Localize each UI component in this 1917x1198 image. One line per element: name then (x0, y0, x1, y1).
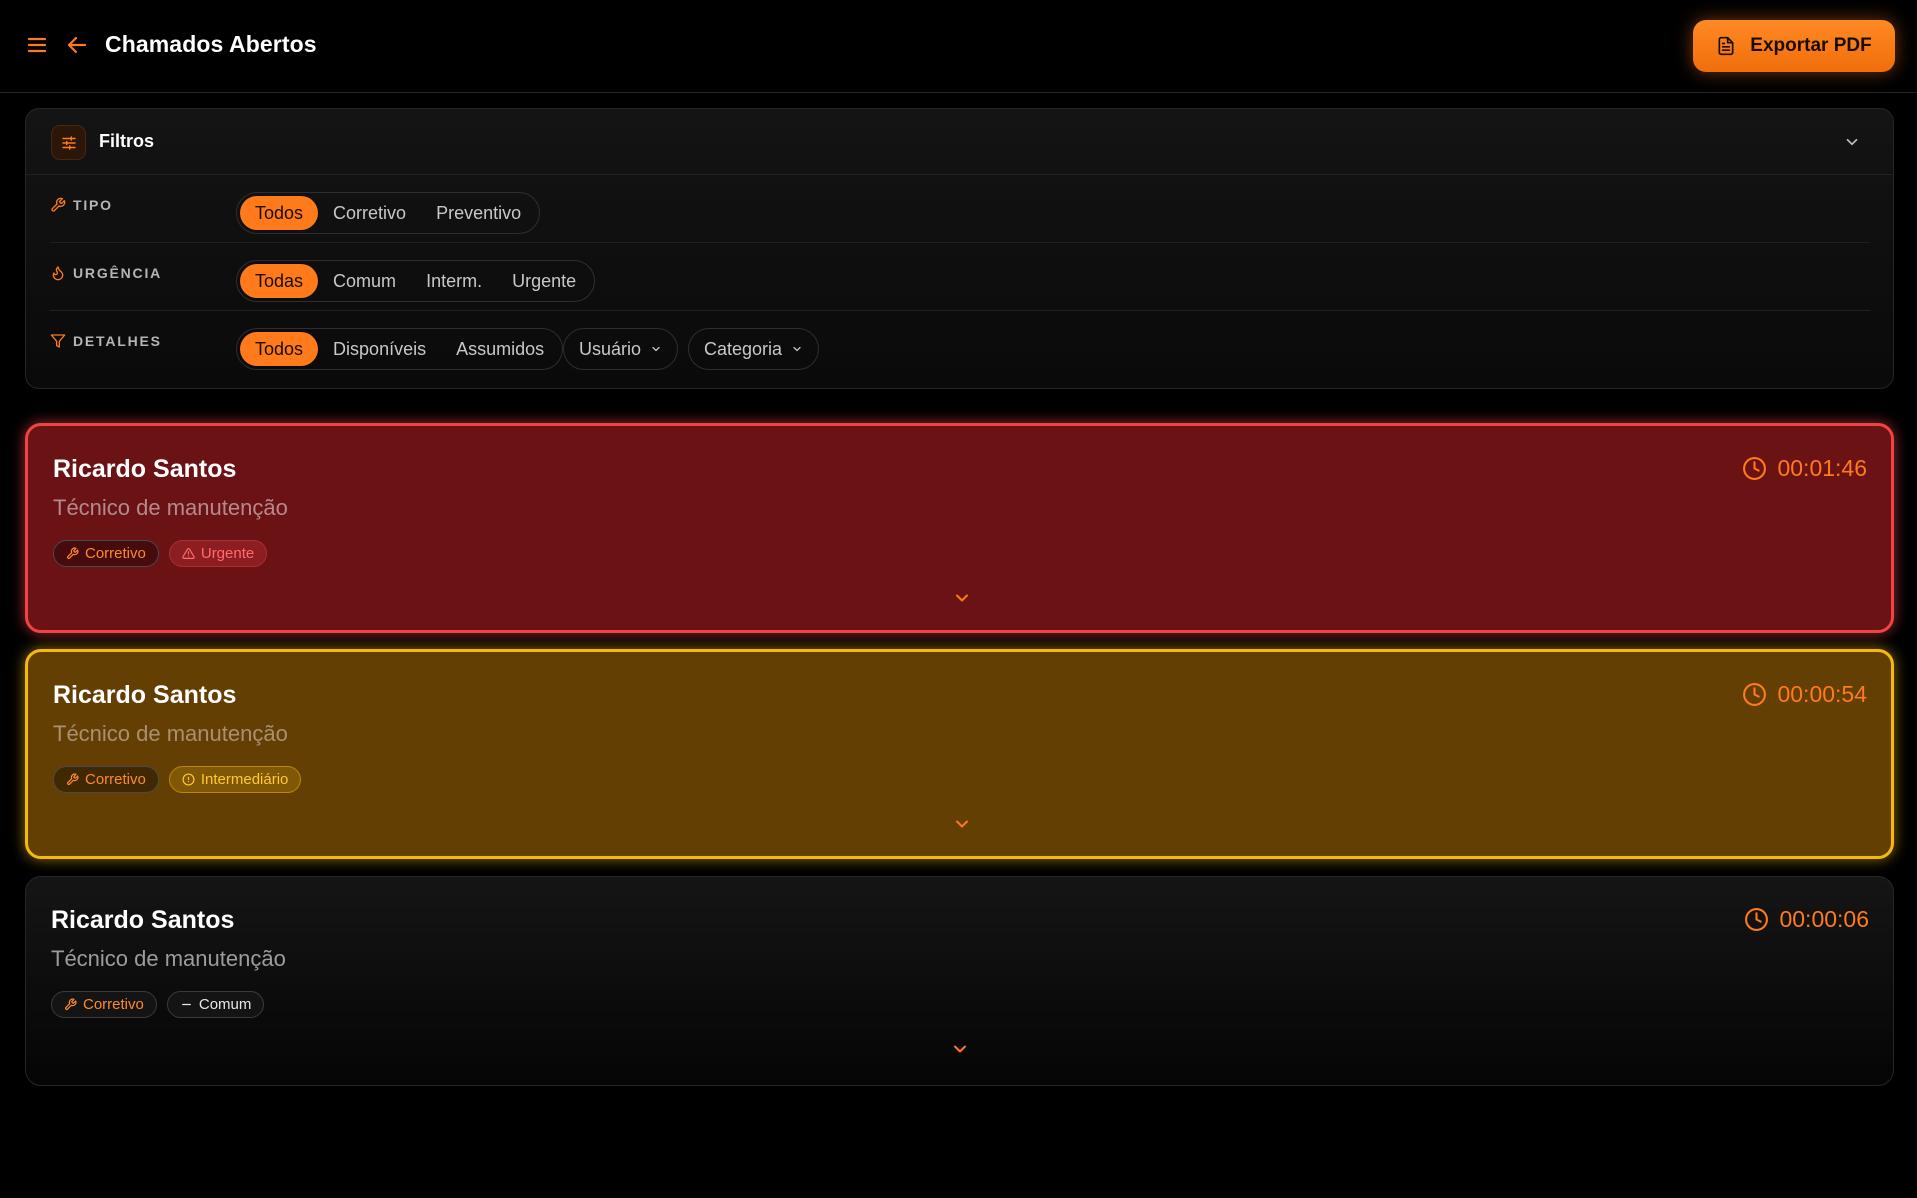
ticket-timer: 00:00:54 (1742, 681, 1867, 708)
alert-triangle-icon (182, 547, 195, 560)
detalhes-option-assumidos[interactable]: Assumidos (441, 332, 559, 366)
clock-icon (1742, 682, 1767, 707)
ticket-requester-name: Ricardo Santos (53, 681, 237, 709)
tipo-option-todos[interactable]: Todos (240, 196, 319, 230)
ticket-card[interactable]: Ricardo Santos Técnico de manutenção 00:… (25, 423, 1894, 633)
detalhes-segmented-control: Todos Disponíveis Assumidos (236, 328, 564, 370)
urgencia-option-interm[interactable]: Interm. (411, 264, 497, 298)
ticket-requester-name: Ricardo Santos (51, 906, 235, 934)
export-pdf-label: Exportar PDF (1750, 35, 1872, 56)
tipo-segmented-control: Todos Corretivo Preventivo (236, 192, 541, 234)
chevron-down-icon[interactable] (1843, 133, 1861, 151)
ticket-badges: Corretivo Urgente (53, 540, 268, 567)
file-text-icon (1716, 36, 1736, 56)
ticket-requester-role: Técnico de manutenção (51, 946, 286, 971)
ticket-requester-role: Técnico de manutenção (53, 495, 288, 520)
filter-icon (50, 333, 66, 349)
filters-header[interactable]: Filtros (26, 109, 1893, 175)
tipo-option-preventivo[interactable]: Preventivo (421, 196, 536, 230)
chevron-down-icon (791, 343, 803, 355)
menu-icon[interactable] (25, 33, 49, 57)
urgencia-option-urgente[interactable]: Urgente (497, 264, 591, 298)
wrench-icon (64, 998, 77, 1011)
ticket-timer: 00:01:46 (1742, 455, 1867, 482)
type-badge: Corretivo (51, 991, 157, 1018)
expand-chevron-icon[interactable] (950, 1039, 970, 1059)
ticket-card[interactable]: Ricardo Santos Técnico de manutenção 00:… (25, 876, 1894, 1086)
top-header: Chamados Abertos Exportar PDF (0, 0, 1917, 93)
page-title: Chamados Abertos (105, 31, 317, 57)
type-badge: Corretivo (53, 540, 159, 567)
ticket-card[interactable]: Ricardo Santos Técnico de manutenção 00:… (25, 649, 1894, 859)
chevron-down-icon (650, 343, 662, 355)
urgency-badge: Intermediário (168, 766, 302, 793)
clock-icon (1744, 907, 1769, 932)
type-badge: Corretivo (53, 766, 159, 793)
arrow-left-icon[interactable] (65, 33, 89, 57)
detalhes-option-todos[interactable]: Todos (240, 332, 319, 366)
ticket-requester-role: Técnico de manutenção (53, 721, 288, 746)
filter-row-urgencia: URGÊNCIA Todas Comum Interm. Urgente (50, 243, 1870, 311)
ticket-timer: 00:00:06 (1744, 906, 1869, 933)
export-pdf-button[interactable]: Exportar PDF (1693, 20, 1895, 72)
urgencia-segmented-control: Todas Comum Interm. Urgente (236, 260, 596, 302)
filters-panel: Filtros TIPO Todos Corretivo Preventivo … (25, 108, 1894, 389)
urgencia-option-comum[interactable]: Comum (318, 264, 411, 298)
alert-circle-icon (182, 773, 195, 786)
filter-label-urgencia: URGÊNCIA (50, 265, 162, 281)
usuario-dropdown[interactable]: Usuário (563, 328, 679, 370)
urgencia-option-todas[interactable]: Todas (240, 264, 319, 298)
expand-chevron-icon[interactable] (952, 588, 972, 608)
expand-chevron-icon[interactable] (952, 814, 972, 834)
sliders-icon (51, 125, 86, 160)
filter-row-detalhes: DETALHES Todos Disponíveis Assumidos Usu… (50, 311, 1870, 379)
flame-icon (50, 265, 66, 281)
wrench-icon (50, 197, 66, 213)
filter-label-tipo: TIPO (50, 197, 113, 213)
ticket-badges: Corretivo Intermediário (53, 766, 302, 793)
urgency-badge: Urgente (168, 540, 268, 567)
urgency-badge: Comum (166, 991, 265, 1018)
clock-icon (1742, 456, 1767, 481)
ticket-badges: Corretivo Comum (51, 991, 265, 1018)
tipo-option-corretivo[interactable]: Corretivo (318, 196, 421, 230)
wrench-icon (66, 773, 79, 786)
filters-title: Filtros (99, 131, 155, 151)
minus-icon (180, 998, 193, 1011)
filter-row-tipo: TIPO Todos Corretivo Preventivo (50, 175, 1870, 243)
wrench-icon (66, 547, 79, 560)
categoria-dropdown[interactable]: Categoria (688, 328, 820, 370)
filter-label-detalhes: DETALHES (50, 333, 162, 349)
detalhes-option-disponiveis[interactable]: Disponíveis (318, 332, 441, 366)
ticket-requester-name: Ricardo Santos (53, 455, 237, 483)
